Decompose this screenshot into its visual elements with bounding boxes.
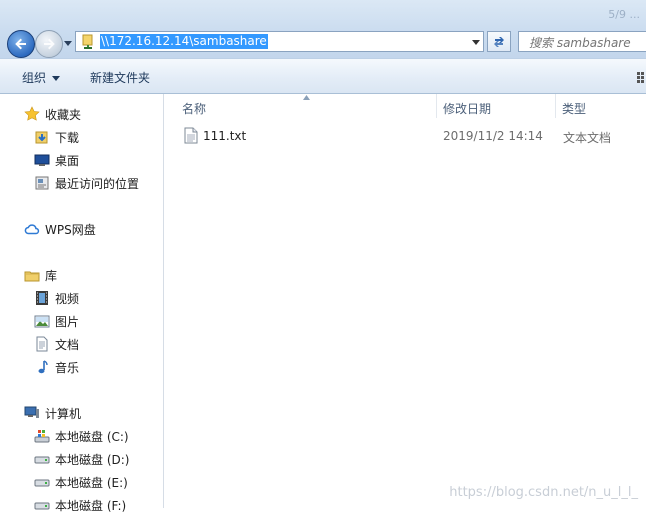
computer-icon	[24, 405, 40, 421]
drive-icon	[34, 451, 50, 467]
video-icon	[34, 290, 50, 306]
nav-wps-label: WPS网盘	[45, 222, 96, 237]
file-name: 111.txt	[203, 129, 247, 143]
nav-item-label: 下载	[55, 130, 80, 145]
nav-libraries[interactable]: 库	[24, 266, 57, 284]
nav-item-label: 本地磁盘 (C:)	[55, 429, 129, 444]
recent-places-icon	[34, 175, 50, 191]
nav-computer[interactable]: 计算机	[24, 404, 81, 422]
nav-item-desktop[interactable]: 桌面	[34, 151, 79, 169]
nav-item-label: 桌面	[55, 153, 80, 168]
arrow-left-icon	[15, 38, 26, 50]
drive-icon	[34, 497, 50, 513]
refresh-button[interactable]	[487, 31, 511, 52]
nav-favorites-label: 收藏夹	[45, 107, 82, 122]
window-title: 5/9 ...	[608, 8, 640, 21]
nav-item-drive-c[interactable]: 本地磁盘 (C:)	[34, 427, 129, 445]
nav-item-videos[interactable]: 视频	[34, 289, 79, 307]
title-address-area: 5/9 ... \\172.16.12.14\sambashare	[0, 0, 646, 58]
desktop-icon	[34, 152, 50, 168]
file-type: 文本文档	[563, 131, 612, 145]
nav-item-downloads[interactable]: 下载	[34, 128, 79, 146]
refresh-icon	[494, 36, 504, 47]
nav-item-label: 本地磁盘 (D:)	[55, 452, 130, 467]
column-header-modified[interactable]: 修改日期	[443, 100, 491, 117]
nav-item-label: 音乐	[55, 360, 80, 375]
nav-item-drive-e[interactable]: 本地磁盘 (E:)	[34, 473, 128, 491]
organize-label: 组织	[22, 71, 47, 85]
organize-button[interactable]: 组织	[22, 69, 61, 86]
new-folder-label: 新建文件夹	[90, 71, 151, 85]
nav-item-pictures[interactable]: 图片	[34, 312, 79, 330]
chevron-down-icon	[52, 76, 61, 81]
nav-libraries-label: 库	[45, 268, 58, 283]
cloud-icon	[24, 221, 40, 237]
file-modified: 2019/11/2 14:14	[443, 129, 543, 143]
column-divider[interactable]	[436, 94, 437, 118]
nav-item-label: 本地磁盘 (E:)	[55, 475, 128, 490]
new-folder-button[interactable]: 新建文件夹	[90, 69, 150, 86]
nav-item-label: 图片	[55, 314, 80, 329]
table-row[interactable]: 111.txt 2019/11/2 14:14 文本文档	[180, 126, 646, 146]
sort-ascending-icon	[303, 95, 310, 100]
column-header-name[interactable]: 名称	[182, 100, 206, 117]
nav-computer-label: 计算机	[45, 406, 82, 421]
nav-item-drive-f[interactable]: 本地磁盘 (F:)	[34, 496, 126, 514]
text-file-icon	[184, 127, 198, 144]
file-list-pane: 名称 修改日期 类型 111.txt 2019/11/2 14:14 文本文档	[164, 94, 646, 508]
nav-item-music[interactable]: 音乐	[34, 358, 79, 376]
column-header-type[interactable]: 类型	[562, 100, 586, 117]
navigation-pane: 收藏夹 下载 桌面 最近访问的位置 WPS网盘 库 视频 图片 文档 音乐 计算…	[0, 94, 164, 513]
star-icon	[24, 106, 40, 122]
search-input[interactable]	[527, 34, 646, 51]
system-drive-icon	[34, 428, 50, 444]
picture-icon	[34, 313, 50, 329]
nav-item-label: 视频	[55, 291, 80, 306]
library-icon	[24, 267, 40, 283]
back-button[interactable]	[7, 30, 35, 58]
nav-favorites[interactable]: 收藏夹	[24, 105, 81, 123]
nav-item-drive-d[interactable]: 本地磁盘 (D:)	[34, 450, 129, 468]
nav-item-label: 文档	[55, 337, 80, 352]
watermark-text: https://blog.csdn.net/n_u_l_l_	[449, 485, 638, 500]
download-folder-icon	[34, 129, 50, 145]
chevron-down-icon[interactable]	[472, 38, 480, 46]
command-bar: 组织 新建文件夹	[0, 58, 646, 94]
column-divider[interactable]	[555, 94, 556, 118]
arrow-right-icon	[44, 38, 55, 50]
address-bar[interactable]: \\172.16.12.14\sambashare	[75, 31, 484, 52]
chevron-down-icon[interactable]	[63, 38, 73, 48]
address-input[interactable]: \\172.16.12.14\sambashare	[100, 34, 268, 49]
nav-item-label: 本地磁盘 (F:)	[55, 498, 127, 513]
search-box[interactable]	[518, 31, 646, 52]
forward-button[interactable]	[35, 30, 63, 58]
document-icon	[34, 336, 50, 352]
nav-item-label: 最近访问的位置	[55, 176, 140, 191]
views-icon[interactable]	[636, 71, 646, 83]
network-folder-icon	[82, 34, 93, 49]
music-note-icon	[34, 359, 50, 375]
nav-item-documents[interactable]: 文档	[34, 335, 79, 353]
nav-wps-drive[interactable]: WPS网盘	[24, 220, 96, 238]
drive-icon	[34, 474, 50, 490]
nav-item-recent-places[interactable]: 最近访问的位置	[34, 174, 139, 192]
